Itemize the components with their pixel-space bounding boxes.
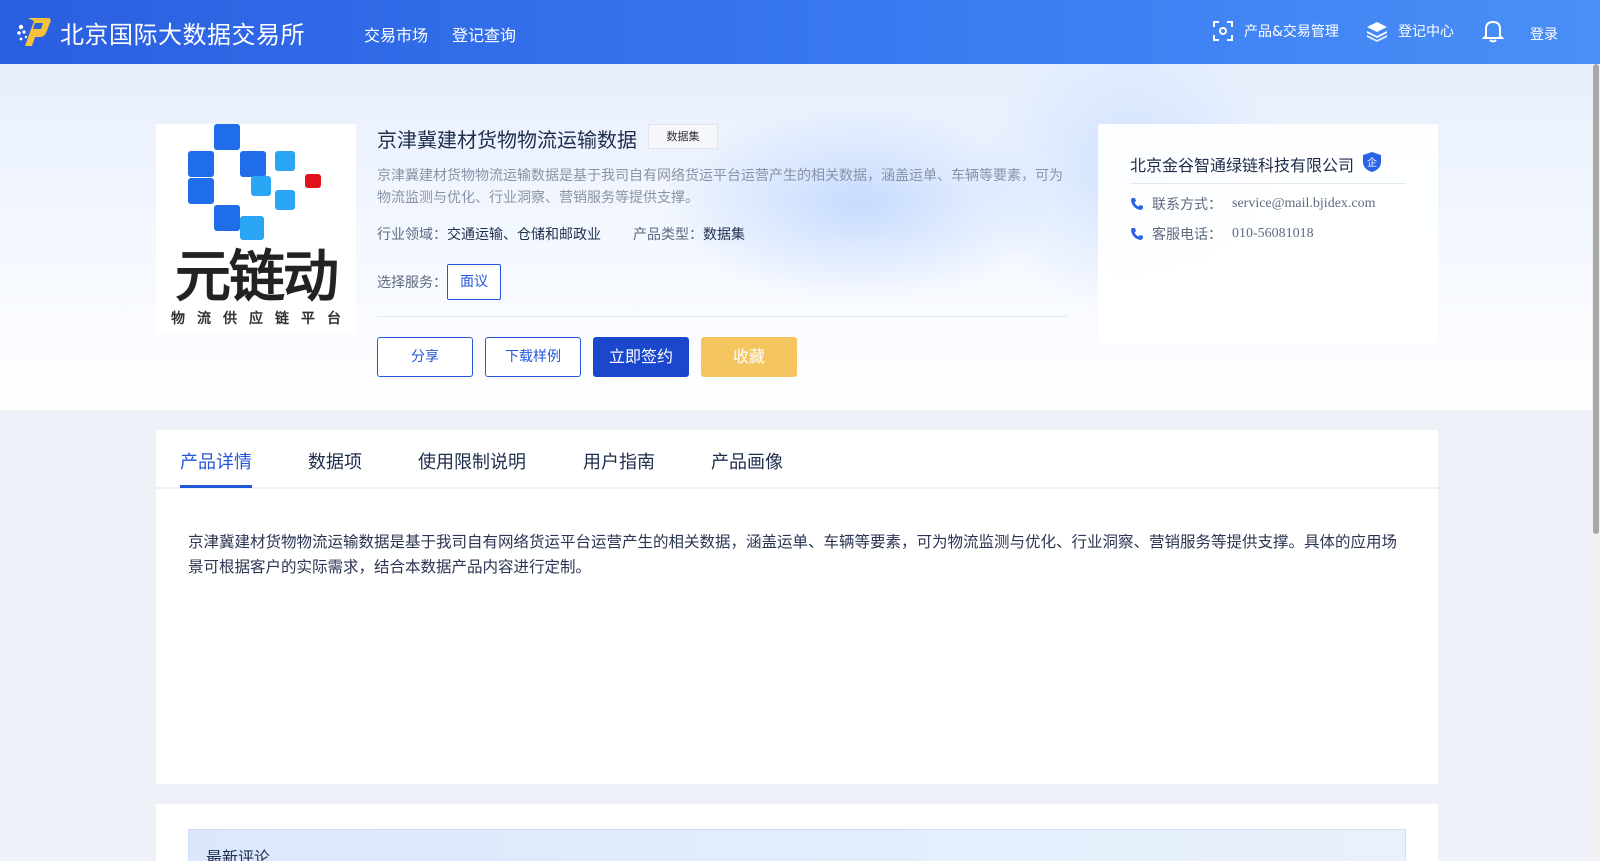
divider — [377, 316, 1067, 317]
nav-products-management[interactable]: 产品&交易管理 — [1212, 20, 1339, 42]
contact-phone-row: 客服电话： 010-56081018 — [1130, 224, 1314, 244]
active-tab-indicator — [180, 485, 252, 488]
tab-usage-restrictions[interactable]: 使用限制说明 — [418, 448, 526, 474]
product-type-value: 数据集 — [703, 227, 745, 243]
company-name[interactable]: 北京金谷智通绿链科技有限公司 — [1130, 152, 1354, 176]
favorite-button[interactable]: 收藏 — [701, 337, 797, 377]
company-card: 北京金谷智通绿链科技有限公司 企 联系方式： service@mail.bjid… — [1098, 124, 1438, 344]
layers-icon — [1367, 22, 1387, 42]
product-type-field: 产品类型：数据集 — [633, 224, 745, 244]
company-divider — [1130, 183, 1406, 184]
tab-bar: 产品详情 数据项 使用限制说明 用户指南 产品画像 — [156, 430, 1438, 489]
tab-data-items[interactable]: 数据项 — [308, 448, 362, 474]
detail-panel: 产品详情 数据项 使用限制说明 用户指南 产品画像 京津冀建材货物物流运输数据是… — [156, 430, 1438, 784]
comments-panel: 最新评论 — [156, 804, 1438, 861]
logo-main-text: 元链动 — [175, 245, 339, 310]
tab-product-profile[interactable]: 产品画像 — [711, 448, 783, 474]
nav-register-center[interactable]: 登记中心 — [1366, 20, 1454, 42]
brand[interactable]: 北京国际大数据交易所 — [16, 14, 305, 50]
contact-email-row: 联系方式： service@mail.bjidex.com — [1130, 194, 1376, 214]
phone-label: 客服电话： — [1152, 227, 1222, 243]
top-navigation: 北京国际大数据交易所 交易市场 登记查询 产品&交易管理 登记中心 登录 — [0, 0, 1600, 64]
product-type-label: 产品类型： — [633, 227, 703, 243]
product-detail-text: 京津冀建材货物物流运输数据是基于我司自有网络货运平台运营产生的相关数据，涵盖运单… — [188, 533, 1398, 576]
enterprise-verified-icon: 企 — [1363, 152, 1381, 172]
email-label: 联系方式： — [1152, 197, 1222, 213]
login-link[interactable]: 登录 — [1530, 24, 1558, 44]
tab-product-details[interactable]: 产品详情 — [180, 448, 252, 474]
download-sample-button[interactable]: 下载样例 — [485, 337, 581, 377]
product-hero: 元链动 物流供应链平台 京津冀建材货物物流运输数据 数据集 京津冀建材货物物流运… — [0, 64, 1600, 410]
product-type-tag: 数据集 — [648, 124, 718, 149]
service-label: 选择服务： — [377, 275, 447, 291]
nav-trading-market[interactable]: 交易市场 — [364, 22, 428, 46]
sign-now-button[interactable]: 立即签约 — [593, 337, 689, 377]
product-logo: 元链动 物流供应链平台 — [156, 124, 356, 334]
enterprise-badge-text: 企 — [1367, 156, 1377, 169]
notifications-button[interactable] — [1482, 19, 1514, 43]
page-scrollbar[interactable] — [1592, 64, 1600, 861]
pixel-chain-logo-icon — [188, 124, 321, 240]
service-option-negotiable[interactable]: 面议 — [447, 264, 501, 300]
logo-sub-text: 物流供应链平台 — [171, 311, 353, 327]
scan-icon — [1213, 21, 1233, 41]
phone-value: 010-56081018 — [1232, 226, 1314, 241]
industry-field: 行业领域：交通运输、仓储和邮政业 — [377, 224, 601, 244]
bell-icon — [1482, 20, 1504, 43]
share-button[interactable]: 分享 — [377, 337, 473, 377]
nav-register-center-label: 登记中心 — [1398, 24, 1454, 40]
phone-icon — [1131, 198, 1143, 210]
nav-products-label: 产品&交易管理 — [1244, 24, 1339, 40]
product-title: 京津冀建材货物物流运输数据 — [377, 128, 637, 152]
brand-logo-icon — [17, 18, 51, 46]
brand-name: 北京国际大数据交易所 — [60, 20, 305, 49]
phone-icon — [1131, 228, 1143, 240]
comments-title: 最新评论 — [206, 848, 271, 861]
tab-user-guide[interactable]: 用户指南 — [583, 448, 655, 474]
industry-label: 行业领域： — [377, 227, 447, 243]
industry-value: 交通运输、仓储和邮政业 — [447, 227, 601, 243]
comments-header: 最新评论 — [188, 829, 1406, 861]
email-value: service@mail.bjidex.com — [1232, 196, 1376, 211]
scrollbar-thumb[interactable] — [1593, 64, 1599, 534]
nav-registration-query[interactable]: 登记查询 — [452, 22, 516, 46]
product-description: 京津冀建材货物物流运输数据是基于我司自有网络货运平台运营产生的相关数据，涵盖运单… — [377, 168, 1063, 206]
